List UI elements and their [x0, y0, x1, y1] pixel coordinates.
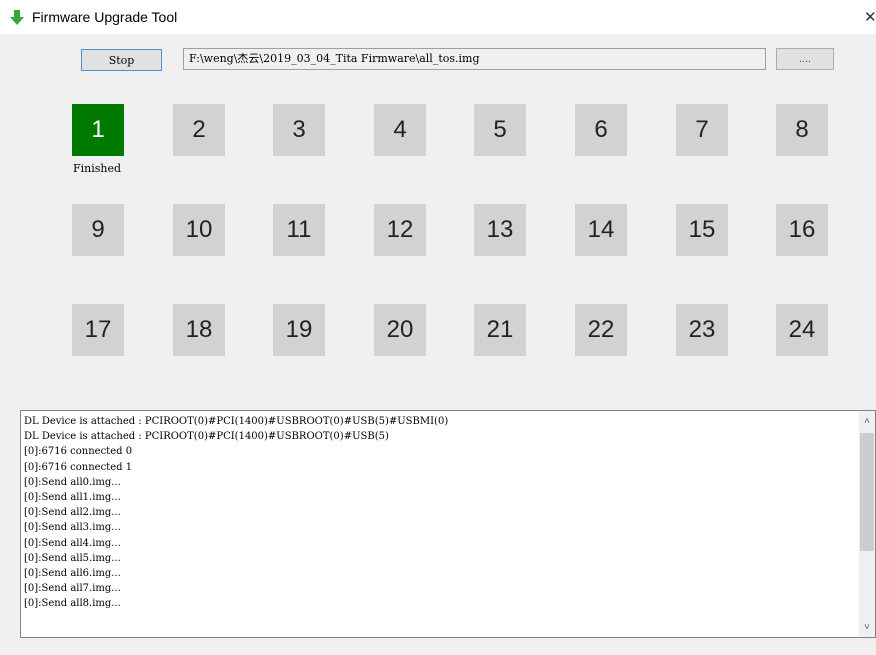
stop-button[interactable]: Stop [81, 49, 162, 71]
download-arrow-icon [10, 10, 24, 25]
device-slot-20: 20 [374, 304, 426, 356]
log-line: [0]:Send all3.img... [24, 522, 121, 534]
device-slot-9: 9 [72, 204, 124, 256]
browse-button[interactable]: .... [776, 48, 834, 70]
device-status-1: Finished [73, 162, 122, 175]
device-slot-1: 1 [72, 104, 124, 156]
log-line: [0]:Send all4.img... [24, 537, 121, 549]
log-panel[interactable]: DL Device is attached : PCIROOT(0)#PCI(1… [20, 410, 876, 638]
device-slot-3: 3 [273, 104, 325, 156]
device-slot-10: 10 [173, 204, 225, 256]
log-scrollbar[interactable]: ˄ ˅ [859, 411, 875, 637]
device-slot-2: 2 [173, 104, 225, 156]
log-line: [0]:Send all6.img... [24, 567, 121, 579]
log-line: [0]:6716 connected 1 [24, 461, 133, 473]
device-slot-5: 5 [474, 104, 526, 156]
device-slot-24: 24 [776, 304, 828, 356]
log-line: [0]:Send all7.img... [24, 583, 121, 595]
device-slot-15: 15 [676, 204, 728, 256]
device-slot-16: 16 [776, 204, 828, 256]
log-line: DL Device is attached : PCIROOT(0)#PCI(1… [24, 416, 449, 427]
device-slot-13: 13 [474, 204, 526, 256]
device-slot-14: 14 [575, 204, 627, 256]
log-line: [0]:Send all5.img... [24, 552, 121, 564]
firmware-path-field[interactable]: F:\weng\杰云\2019_03_04_Tita Firmware\all_… [183, 48, 766, 70]
log-line: [0]:Send all1.img... [24, 491, 121, 503]
device-slot-7: 7 [676, 104, 728, 156]
device-slot-4: 4 [374, 104, 426, 156]
device-slot-17: 17 [72, 304, 124, 356]
device-slot-12: 12 [374, 204, 426, 256]
device-slot-22: 22 [575, 304, 627, 356]
device-slot-19: 19 [273, 304, 325, 356]
log-line: [0]:Send all8.img... [24, 598, 121, 610]
log-line: [0]:6716 connected 0 [24, 446, 133, 458]
device-slot-11: 11 [273, 204, 325, 256]
scroll-thumb[interactable] [860, 433, 874, 551]
device-slot-23: 23 [676, 304, 728, 356]
log-line: [0]:Send all2.img... [24, 507, 121, 519]
device-slot-6: 6 [575, 104, 627, 156]
device-slot-21: 21 [474, 304, 526, 356]
chevron-down-icon[interactable]: ˅ [859, 619, 875, 635]
close-icon[interactable]: ✕ [864, 8, 876, 26]
title-bar: Firmware Upgrade Tool ✕ [0, 0, 876, 34]
log-text: DL Device is attached : PCIROOT(0)#PCI(1… [24, 414, 856, 611]
device-slot-8: 8 [776, 104, 828, 156]
log-line: DL Device is attached : PCIROOT(0)#PCI(1… [24, 431, 389, 443]
window-title: Firmware Upgrade Tool [32, 9, 178, 25]
device-slot-18: 18 [173, 304, 225, 356]
chevron-up-icon[interactable]: ˄ [859, 413, 875, 429]
log-line: [0]:Send all0.img... [24, 476, 121, 488]
